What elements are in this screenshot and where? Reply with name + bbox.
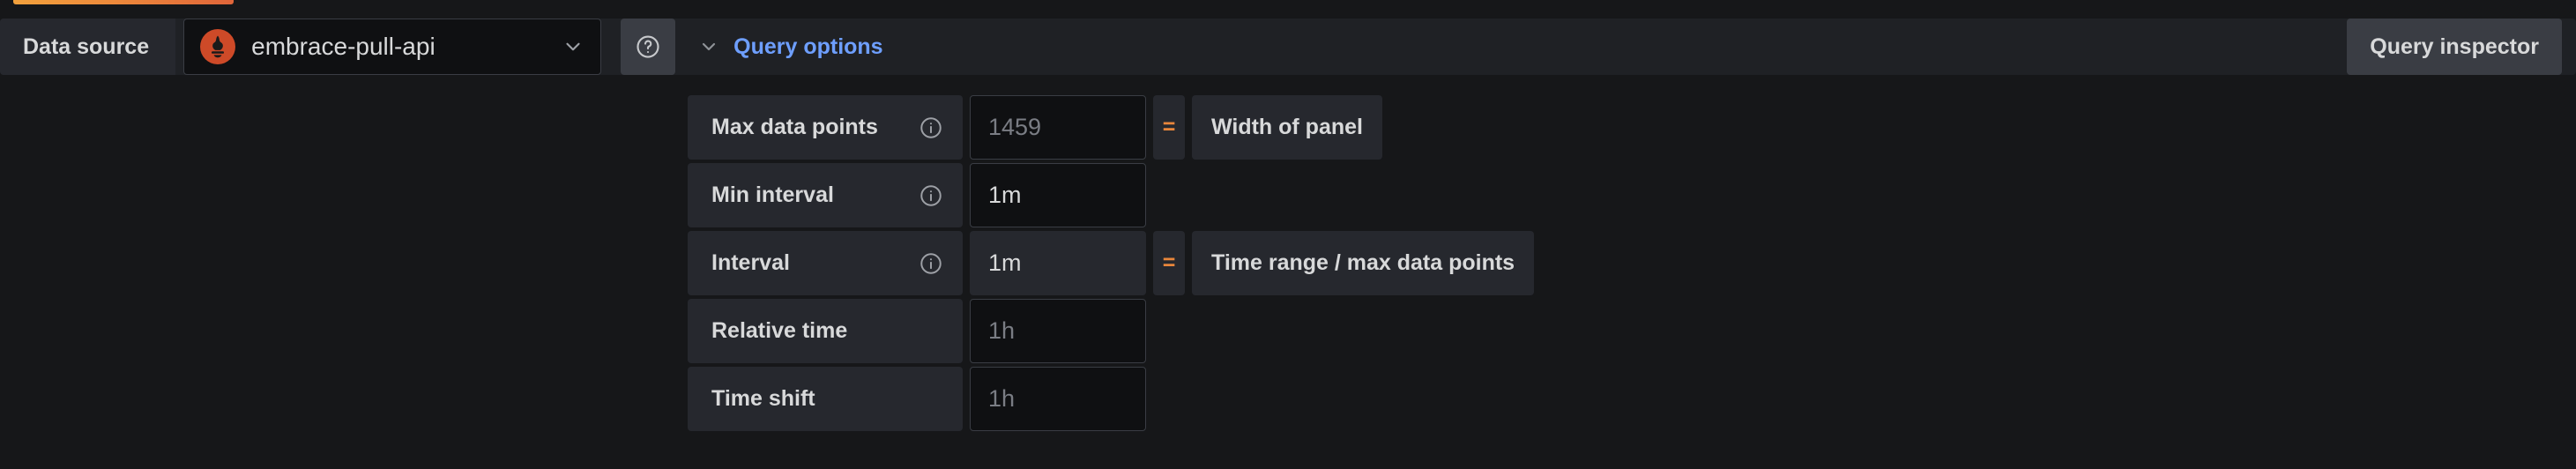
query-options-form: Max data points 1459 = Width of panel Min in… xyxy=(688,95,1535,431)
query-option-row: Time shift 1h xyxy=(688,367,1534,431)
info-circle-icon[interactable] xyxy=(919,115,943,140)
query-option-input[interactable]: 1m xyxy=(970,163,1146,227)
query-option-description: Width of panel xyxy=(1192,95,1382,160)
query-options-toggle[interactable]: Query options xyxy=(698,19,883,75)
query-option-input[interactable]: 1h xyxy=(970,299,1146,363)
query-toolbar: Data source embrace-pull-api Query optio… xyxy=(0,19,2576,75)
query-option-label-text: Min interval xyxy=(711,182,834,207)
query-option-label-text: Interval xyxy=(711,250,790,275)
query-option-label: Max data points xyxy=(688,95,963,160)
query-option-input[interactable]: 1459 xyxy=(970,95,1146,160)
loading-progress-bar xyxy=(13,0,234,4)
query-option-row: Interval 1m = Time range / max data points xyxy=(688,231,1535,295)
datasource-name: embrace-pull-api xyxy=(251,33,436,60)
info-circle-icon[interactable] xyxy=(919,251,943,276)
query-option-row: Relative time 1h xyxy=(688,299,1534,363)
query-inspector-button[interactable]: Query inspector xyxy=(2347,19,2562,75)
equals-sign: = xyxy=(1153,231,1185,295)
query-option-label: Interval xyxy=(688,231,963,295)
query-option-row: Min interval 1m xyxy=(688,163,1534,227)
query-option-description: Time range / max data points xyxy=(1192,231,1535,295)
query-option-label-text: Time shift xyxy=(711,386,815,411)
datasource-help-button[interactable] xyxy=(621,19,676,75)
datasource-picker[interactable]: embrace-pull-api xyxy=(183,19,602,75)
chevron-down-icon xyxy=(562,35,584,58)
datasource-label: Data source xyxy=(0,19,176,75)
query-option-input[interactable]: 1h xyxy=(970,367,1146,431)
query-option-label: Time shift xyxy=(688,367,963,431)
query-option-label-text: Max data points xyxy=(711,115,878,139)
query-options-label: Query options xyxy=(733,34,883,59)
query-editor-root: Data source embrace-pull-api Query optio… xyxy=(0,0,2576,469)
query-option-row: Max data points 1459 = Width of panel xyxy=(688,95,1534,160)
query-option-label-text: Relative time xyxy=(711,318,848,343)
info-circle-icon[interactable] xyxy=(919,183,943,208)
chevron-down-icon xyxy=(698,36,719,57)
query-option-label: Relative time xyxy=(688,299,963,363)
equals-sign: = xyxy=(1153,95,1185,160)
prometheus-icon xyxy=(200,29,236,64)
query-option-label: Min interval xyxy=(688,163,963,227)
query-option-value: 1m xyxy=(970,231,1146,295)
help-circle-icon xyxy=(637,35,659,58)
